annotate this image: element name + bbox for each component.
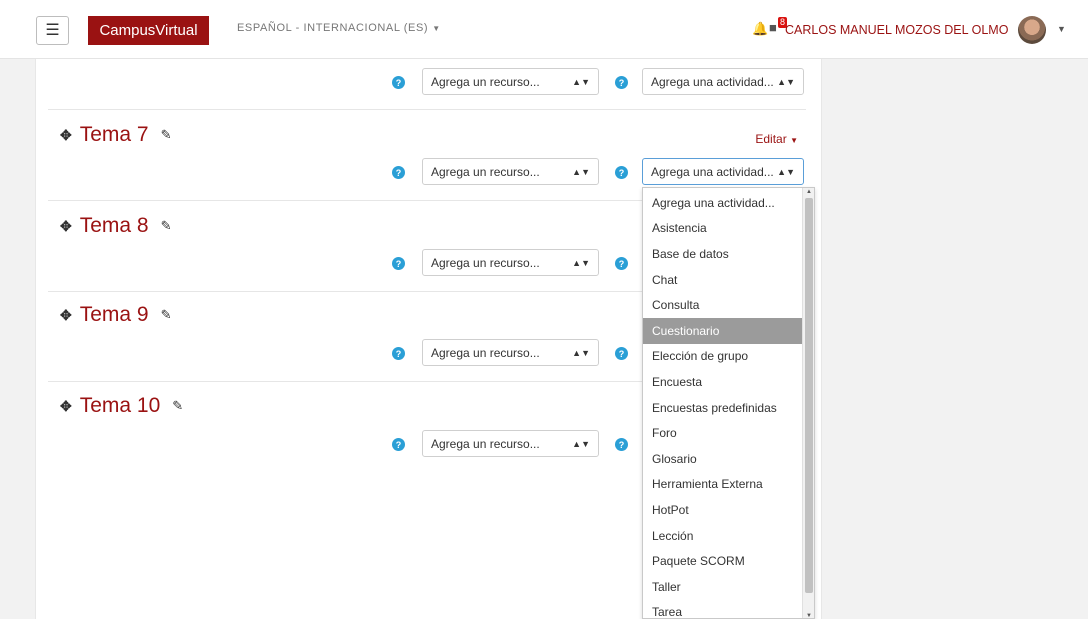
- user-menu-chevron-icon[interactable]: ▼: [1057, 24, 1066, 34]
- language-label: ESPAÑOL - INTERNACIONAL (ES): [237, 22, 429, 34]
- pencil-icon[interactable]: ✎: [161, 127, 172, 143]
- add-activity-label: Agrega una actividad...: [651, 164, 774, 179]
- dropdown-option[interactable]: Tarea: [643, 600, 803, 618]
- move-icon[interactable]: ✥: [60, 127, 72, 144]
- help-icon[interactable]: ?: [615, 257, 628, 270]
- section-title-text[interactable]: Tema 10: [80, 394, 161, 418]
- select-arrows-icon: ▲▼: [572, 166, 590, 177]
- add-resource-label: Agrega un recurso...: [431, 436, 540, 451]
- dropdown-option[interactable]: Encuesta: [643, 369, 803, 395]
- dropdown-option[interactable]: Paquete SCORM: [643, 548, 803, 574]
- add-activity-label: Agrega una actividad...: [651, 74, 774, 89]
- section-title-text[interactable]: Tema 9: [80, 303, 149, 327]
- user-name[interactable]: CARLOS MANUEL MOZOS DEL OLMO: [785, 23, 1008, 37]
- help-icon[interactable]: ?: [392, 76, 405, 89]
- scroll-up-arrow-icon[interactable]: ▲: [806, 189, 812, 195]
- add-resource-label: Agrega un recurso...: [431, 255, 540, 270]
- help-icon[interactable]: ?: [392, 166, 405, 179]
- scroll-down-arrow-icon[interactable]: ▼: [806, 613, 812, 618]
- dropdown-option[interactable]: Base de datos: [643, 241, 803, 267]
- dropdown-option[interactable]: Cuestionario: [643, 318, 803, 344]
- dropdown-option[interactable]: Chat: [643, 267, 803, 293]
- pencil-icon[interactable]: ✎: [172, 398, 183, 414]
- chevron-down-icon: ▼: [790, 136, 798, 145]
- dropdown-option[interactable]: Glosario: [643, 446, 803, 472]
- select-arrows-icon: ▲▼: [572, 76, 590, 87]
- pencil-icon[interactable]: ✎: [161, 307, 172, 323]
- top-navbar: ☰ CampusVirtual ESPAÑOL - INTERNACIONAL …: [0, 0, 1088, 59]
- avatar[interactable]: [1018, 16, 1046, 44]
- select-arrows-icon: ▲▼: [777, 76, 795, 87]
- dropdown-scrollbar[interactable]: ▲ ▼: [802, 188, 814, 618]
- help-icon[interactable]: ?: [392, 347, 405, 360]
- section-title: ✥ Tema 7 ✎: [60, 123, 172, 147]
- dropdown-option[interactable]: Asistencia: [643, 216, 803, 242]
- move-icon[interactable]: ✥: [60, 218, 72, 235]
- section-title: ✥ Tema 8 ✎: [60, 214, 172, 238]
- chevron-down-icon: ▼: [432, 24, 441, 33]
- add-resource-select[interactable]: Agrega un recurso... ▲▼: [422, 158, 599, 185]
- section-title-text[interactable]: Tema 8: [80, 214, 149, 238]
- add-resource-label: Agrega un recurso...: [431, 74, 540, 89]
- hamburger-icon: ☰: [45, 21, 60, 39]
- dropdown-option[interactable]: Elección de grupo: [643, 344, 803, 370]
- select-arrows-icon: ▲▼: [572, 257, 590, 268]
- move-icon[interactable]: ✥: [60, 307, 72, 324]
- add-resource-label: Agrega un recurso...: [431, 345, 540, 360]
- edit-menu-link[interactable]: Editar ▼: [755, 132, 798, 146]
- add-activity-select[interactable]: Agrega una actividad... ▲▼: [642, 68, 804, 95]
- dropdown-option[interactable]: Foro: [643, 420, 803, 446]
- select-arrows-icon: ▲▼: [777, 166, 795, 177]
- section-title: ✥ Tema 10 ✎: [60, 394, 183, 418]
- dropdown-option[interactable]: Encuestas predefinidas: [643, 395, 803, 421]
- add-resource-select[interactable]: Agrega un recurso... ▲▼: [422, 430, 599, 457]
- help-icon[interactable]: ?: [392, 257, 405, 270]
- move-icon[interactable]: ✥: [60, 398, 72, 415]
- brand-logo[interactable]: CampusVirtual: [88, 16, 209, 45]
- scrollbar-thumb[interactable]: [805, 198, 813, 593]
- help-icon[interactable]: ?: [615, 438, 628, 451]
- dropdown-option[interactable]: Herramienta Externa: [643, 472, 803, 498]
- help-icon[interactable]: ?: [615, 347, 628, 360]
- chat-bubble-icon: ■: [769, 20, 777, 35]
- add-resource-select[interactable]: Agrega un recurso... ▲▼: [422, 68, 599, 95]
- help-icon[interactable]: ?: [615, 76, 628, 89]
- pencil-icon[interactable]: ✎: [161, 218, 172, 234]
- dropdown-option[interactable]: Consulta: [643, 292, 803, 318]
- section-title-text[interactable]: Tema 7: [80, 123, 149, 147]
- dropdown-option[interactable]: HotPot: [643, 497, 803, 523]
- dropdown-option[interactable]: Taller: [643, 574, 803, 600]
- edit-label: Editar: [755, 132, 787, 146]
- select-arrows-icon: ▲▼: [572, 438, 590, 449]
- add-resource-select[interactable]: Agrega un recurso... ▲▼: [422, 339, 599, 366]
- add-resource-select[interactable]: Agrega un recurso... ▲▼: [422, 249, 599, 276]
- course-section: ? Agrega un recurso... ▲▼ ? Agrega una ac…: [48, 59, 806, 110]
- messages-button[interactable]: ■ 8: [769, 17, 788, 37]
- add-activity-select-open[interactable]: Agrega una actividad... ▲▼: [642, 158, 804, 185]
- add-resource-label: Agrega un recurso...: [431, 164, 540, 179]
- section-title: ✥ Tema 9 ✎: [60, 303, 172, 327]
- activity-dropdown-list: Agrega una actividad... Asistencia Base de…: [642, 187, 815, 619]
- help-icon[interactable]: ?: [615, 166, 628, 179]
- dropdown-option[interactable]: Agrega una actividad...: [643, 190, 803, 216]
- select-arrows-icon: ▲▼: [572, 347, 590, 358]
- bell-icon[interactable]: 🔔: [752, 21, 768, 37]
- language-menu[interactable]: ESPAÑOL - INTERNACIONAL (ES) ▼: [237, 22, 441, 34]
- menu-toggle-button[interactable]: ☰: [36, 16, 69, 45]
- help-icon[interactable]: ?: [392, 438, 405, 451]
- dropdown-option[interactable]: Lección: [643, 523, 803, 549]
